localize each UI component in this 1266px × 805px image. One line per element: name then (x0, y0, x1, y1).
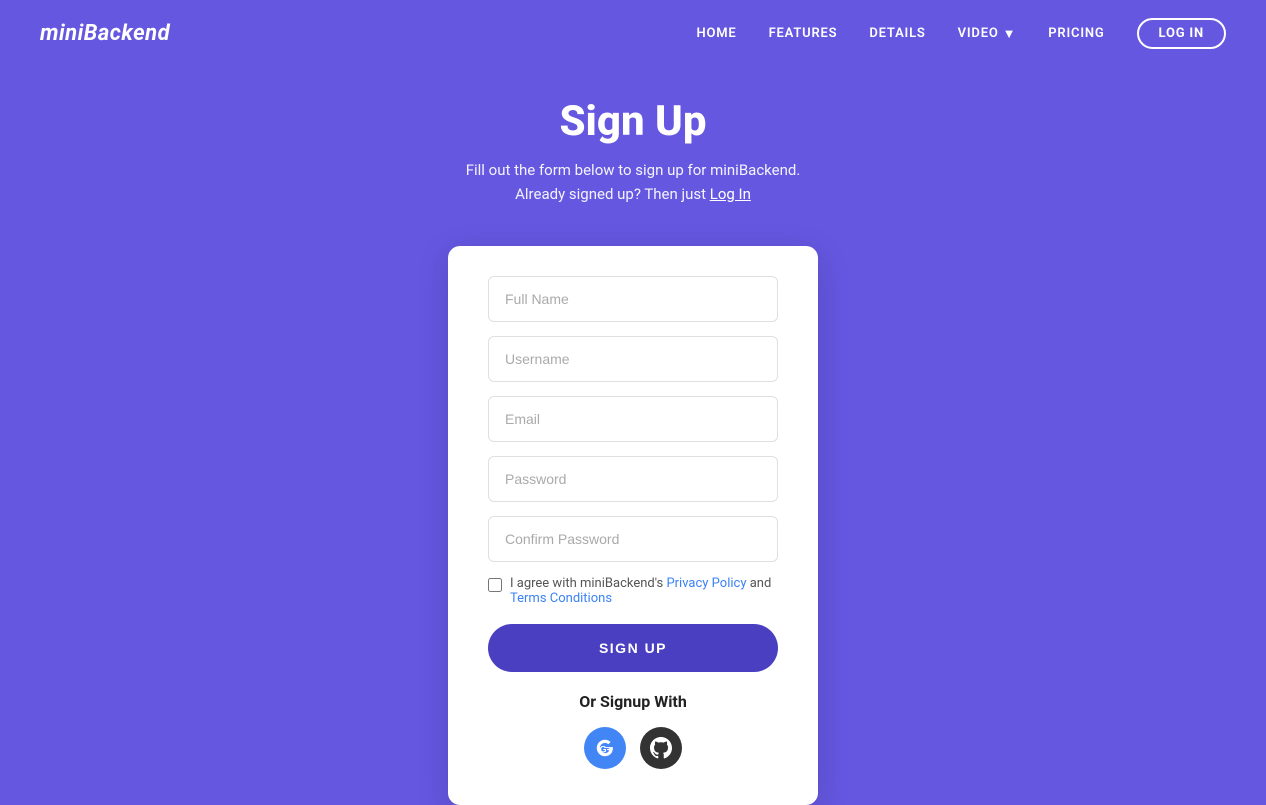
login-link[interactable]: Log In (710, 185, 751, 203)
login-button[interactable]: LOG IN (1137, 18, 1226, 49)
hero-section: Sign Up Fill out the form below to sign … (0, 67, 1266, 226)
svg-text:G+: G+ (600, 745, 612, 755)
hero-subtitle: Fill out the form below to sign up for m… (20, 158, 1246, 206)
nav-video[interactable]: VIDEO ▼ (958, 26, 1017, 42)
confirm-password-group (488, 516, 778, 562)
terms-link[interactable]: Terms Conditions (510, 591, 612, 606)
signup-button[interactable]: SIGN UP (488, 624, 778, 672)
github-signup-button[interactable] (640, 727, 682, 769)
full-name-group (488, 276, 778, 322)
nav-links: HOME FEATURES DETAILS VIDEO ▼ PRICING LO… (696, 18, 1226, 49)
social-icons: G+ (488, 727, 778, 769)
google-signup-button[interactable]: G+ (584, 727, 626, 769)
navbar: miniBackend HOME FEATURES DETAILS VIDEO … (0, 0, 1266, 67)
signup-form: I agree with miniBackend's Privacy Polic… (488, 276, 778, 692)
or-section: Or Signup With (488, 692, 778, 711)
full-name-input[interactable] (488, 276, 778, 322)
google-plus-icon: G+ (594, 737, 616, 759)
terms-row: I agree with miniBackend's Privacy Polic… (488, 576, 778, 606)
agree-checkbox[interactable] (488, 578, 502, 592)
email-input[interactable] (488, 396, 778, 442)
email-group (488, 396, 778, 442)
nav-home[interactable]: HOME (696, 26, 736, 41)
chevron-down-icon: ▼ (1003, 26, 1017, 42)
password-input[interactable] (488, 456, 778, 502)
nav-details[interactable]: DETAILS (869, 26, 925, 41)
github-icon (650, 737, 672, 759)
confirm-password-input[interactable] (488, 516, 778, 562)
privacy-policy-link[interactable]: Privacy Policy (666, 576, 746, 591)
page-title: Sign Up (20, 97, 1246, 146)
username-group (488, 336, 778, 382)
signup-form-card: I agree with miniBackend's Privacy Polic… (448, 246, 818, 805)
password-group (488, 456, 778, 502)
username-input[interactable] (488, 336, 778, 382)
nav-pricing[interactable]: PRICING (1048, 26, 1104, 41)
nav-features[interactable]: FEATURES (769, 26, 838, 41)
brand-logo: miniBackend (40, 21, 170, 46)
